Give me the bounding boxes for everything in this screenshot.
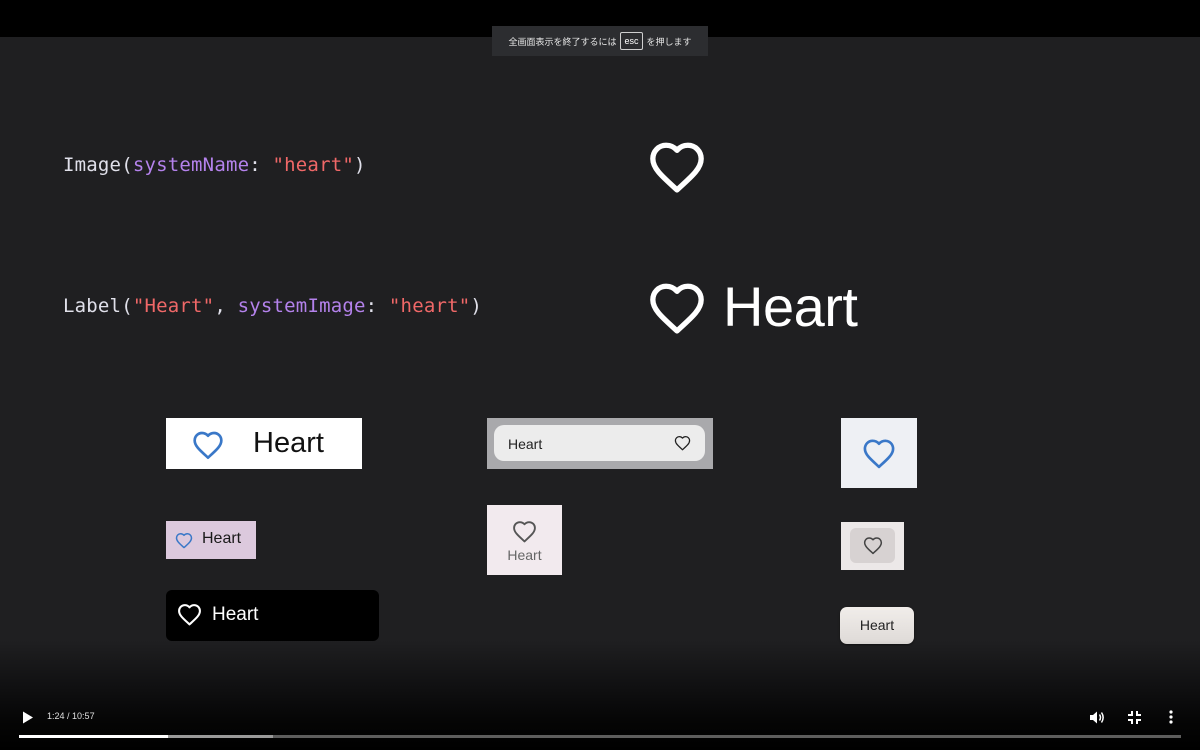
heart-icon xyxy=(178,604,201,626)
esc-key-hint: esc xyxy=(620,32,643,50)
label-text: Heart xyxy=(253,427,324,459)
label-example-icon-only xyxy=(841,418,917,488)
exit-fullscreen-icon[interactable] xyxy=(1128,711,1141,724)
code-param: systemName xyxy=(132,154,250,176)
code-comma: , xyxy=(214,295,238,317)
heart-icon xyxy=(650,142,704,193)
heart-title-button[interactable]: Heart xyxy=(840,607,914,644)
code-param: systemImage xyxy=(237,295,366,317)
heart-icon xyxy=(193,431,223,459)
code-colon: : xyxy=(365,295,389,317)
banner-prefix: 全画面表示を終了するには xyxy=(508,36,617,47)
video-controls: 1:24 / 10:57 xyxy=(0,700,1200,750)
button-label: Heart xyxy=(859,617,895,633)
code-fn: Image xyxy=(63,154,122,176)
heart-icon xyxy=(863,537,883,555)
progress-played xyxy=(19,735,168,738)
code-colon: : xyxy=(249,154,273,176)
code-string: "heart" xyxy=(272,154,354,176)
heart-button-dark[interactable]: Heart xyxy=(166,590,379,641)
heart-icon xyxy=(674,435,691,451)
time-separator: / xyxy=(64,711,73,721)
banner-suffix: を押します xyxy=(646,36,692,47)
label-example-icon-button xyxy=(841,522,904,570)
more-vertical-icon[interactable] xyxy=(1169,710,1173,724)
code-paren: ( xyxy=(121,154,133,176)
code-paren: ) xyxy=(354,154,366,176)
menu-row-example: Heart xyxy=(487,418,713,469)
heart-icon xyxy=(175,533,193,549)
menu-item-heart[interactable]: Heart xyxy=(494,425,705,461)
label-text: Heart xyxy=(507,547,542,563)
code-label-line: Label("Heart", systemImage: "heart") xyxy=(63,295,482,317)
video-frame xyxy=(0,37,1200,750)
label-example-pink: Heart xyxy=(166,521,256,559)
button-label: Heart xyxy=(212,604,259,625)
code-image-line: Image(systemName: "heart") xyxy=(63,154,366,176)
code-paren: ) xyxy=(470,295,483,317)
time-display: 1:24 / 10:57 xyxy=(47,711,95,721)
code-paren: ( xyxy=(121,295,133,317)
volume-icon[interactable] xyxy=(1089,710,1105,725)
duration: 10:57 xyxy=(72,711,95,721)
heart-icon xyxy=(513,521,536,543)
label-example-white: Heart xyxy=(166,418,362,469)
label-example-vertical: Heart xyxy=(487,505,562,575)
play-icon[interactable] xyxy=(22,711,34,724)
menu-item-label: Heart xyxy=(508,436,543,452)
code-string: "heart" xyxy=(388,295,471,317)
heart-icon xyxy=(650,283,704,334)
progress-bar[interactable] xyxy=(19,735,1181,738)
label-text: Heart xyxy=(202,530,242,547)
heart-icon xyxy=(863,439,895,469)
exit-fullscreen-banner: 全画面表示を終了するには esc を押します xyxy=(492,26,708,56)
code-fn: Label xyxy=(63,295,122,317)
label-result-text: Heart xyxy=(723,275,858,338)
heart-icon-button[interactable] xyxy=(850,528,895,563)
current-time: 1:24 xyxy=(47,711,65,721)
code-string: "Heart" xyxy=(132,295,215,317)
